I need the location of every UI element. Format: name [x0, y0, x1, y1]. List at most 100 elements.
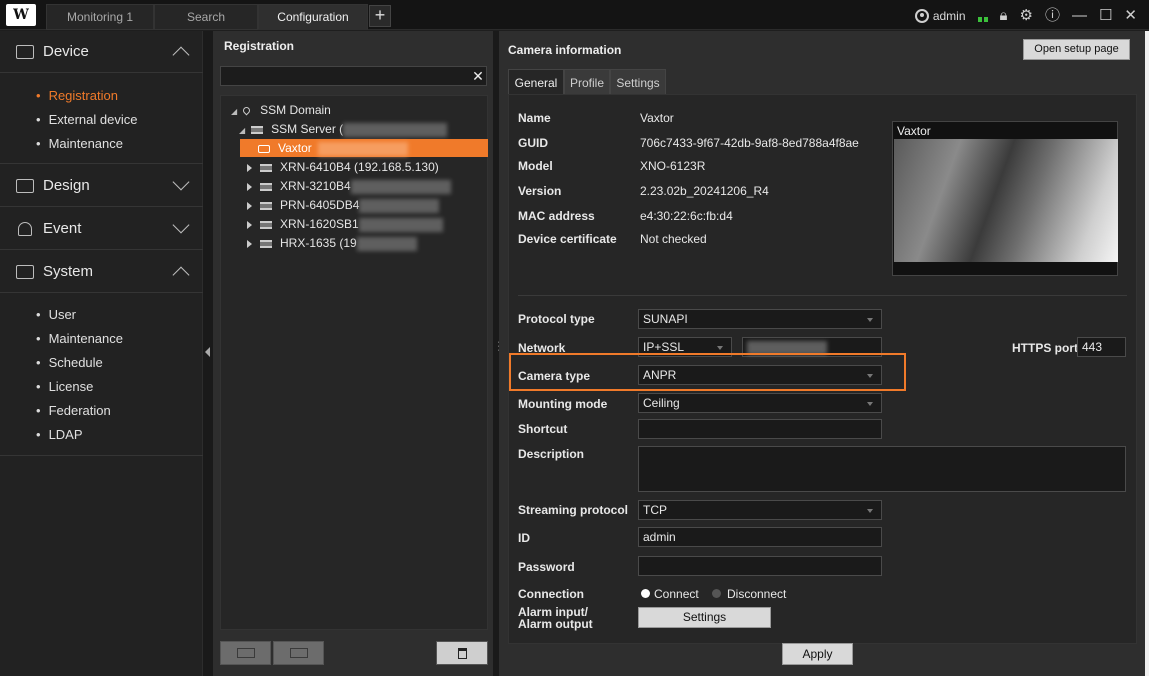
password-label: Password [518, 560, 575, 574]
nav-item-schedule[interactable]: Schedule [36, 355, 103, 370]
location-pin-icon [241, 105, 252, 116]
window-edge [1145, 31, 1149, 676]
server-icon [251, 125, 264, 134]
nav-device[interactable]: Device [0, 31, 203, 73]
tab-search[interactable]: Search [154, 4, 258, 30]
register-device-icon [289, 648, 308, 659]
redacted-address [356, 236, 417, 251]
chevron-down-icon [172, 173, 190, 191]
expand-arrow-icon[interactable] [247, 239, 252, 248]
tab-profile[interactable]: Profile [564, 69, 610, 95]
tab-monitoring[interactable]: Monitoring 1 [46, 4, 154, 30]
info-icon[interactable]: ⓘ [1045, 8, 1060, 24]
camera-information-panel: Camera information Open setup page Gener… [499, 31, 1145, 676]
camera-preview: Vaxtor [892, 121, 1118, 276]
design-icon [16, 178, 34, 193]
nav-item-external-device[interactable]: External device [36, 112, 138, 127]
version-label: Version [518, 184, 562, 198]
camera-preview-image [894, 139, 1118, 262]
nav-item-ldap[interactable]: LDAP [36, 427, 83, 442]
collapse-menu-handle[interactable] [203, 31, 213, 676]
description-label: Description [518, 447, 585, 461]
gear-icon[interactable]: ⚙ [1020, 8, 1033, 24]
expand-arrow-icon[interactable] [247, 182, 252, 191]
nav-item-license[interactable]: License [36, 379, 94, 394]
close-icon[interactable]: ✕ [1124, 8, 1137, 24]
add-tab-button[interactable]: + [369, 5, 391, 27]
nav-item-federation[interactable]: Federation [36, 403, 111, 418]
tab-configuration[interactable]: Configuration [258, 4, 368, 30]
https-port-field[interactable]: 443 [1077, 337, 1126, 357]
bell-icon [18, 221, 32, 236]
tab-general[interactable]: General [508, 69, 564, 95]
apply-button[interactable]: Apply [782, 643, 853, 665]
add-device-button[interactable] [220, 641, 271, 665]
nav-design[interactable]: Design [0, 165, 203, 207]
certificate-label: Device certificate [518, 232, 617, 246]
nav-item-device-maintenance[interactable]: Maintenance [36, 136, 123, 151]
device-search-input[interactable] [220, 66, 487, 86]
tree-item-domain[interactable]: ◢ SSM Domain [231, 101, 331, 119]
delete-button[interactable] [436, 641, 488, 665]
device-icon [16, 44, 34, 59]
tree-item-device[interactable]: XRN-6410B4 (192.168.5.130) [247, 158, 439, 176]
password-field[interactable] [638, 556, 882, 576]
clear-search-icon[interactable]: ✕ [469, 67, 487, 85]
nav-item-registration[interactable]: Registration [36, 88, 118, 103]
redacted-address [359, 198, 440, 213]
camera-type-label: Camera type [518, 369, 591, 383]
mac-value: e4:30:22:6c:fb:d4 [640, 209, 733, 223]
nav-item-system-maintenance[interactable]: Maintenance [36, 331, 123, 346]
alarm-settings-button[interactable]: Settings [638, 607, 771, 628]
mounting-mode-select[interactable]: Ceiling [638, 393, 882, 413]
tree-item-vaxtor[interactable]: Vaxtor [240, 139, 488, 157]
protocol-type-select[interactable]: SUNAPI [638, 309, 882, 329]
tab-settings[interactable]: Settings [610, 69, 666, 95]
nav-event[interactable]: Event [0, 208, 203, 250]
maximize-icon[interactable]: ☐ [1099, 8, 1112, 24]
expand-arrow-icon[interactable] [247, 201, 252, 210]
description-field[interactable] [638, 446, 1126, 492]
tree-item-device[interactable]: PRN-6405DB4 [247, 196, 440, 214]
nav-item-user[interactable]: User [36, 307, 76, 322]
trash-icon [457, 647, 467, 659]
redacted-address [350, 179, 451, 194]
tree-item-device[interactable]: XRN-3210B4 [247, 177, 451, 195]
nvr-icon [260, 182, 272, 191]
guid-value: 706c7433-9f67-42db-9af8-8ed788a4f8ae [640, 136, 859, 150]
tree-item-server[interactable]: ◢ SSM Server ( [239, 120, 448, 138]
redacted-address [317, 141, 408, 156]
chevron-up-icon [172, 46, 190, 64]
nav-design-label: Design [43, 177, 90, 194]
disconnect-radio[interactable] [712, 589, 721, 598]
expand-arrow-icon[interactable] [247, 163, 252, 172]
nvr-icon [260, 201, 272, 210]
mounting-mode-label: Mounting mode [518, 397, 608, 411]
shortcut-field[interactable] [638, 419, 882, 439]
tree-item-device[interactable]: XRN-1620SB1 [247, 215, 443, 233]
name-value: Vaxtor [640, 111, 674, 125]
registration-title: Registration [224, 39, 295, 53]
top-bar: W Monitoring 1 Search Configuration + ad… [0, 0, 1149, 30]
nvr-icon [260, 163, 272, 172]
open-setup-page-button[interactable]: Open setup page [1023, 39, 1130, 60]
connect-radio[interactable] [641, 589, 650, 598]
user-icon[interactable] [914, 9, 929, 23]
status-signal-icon [977, 10, 988, 22]
general-form: Name Vaxtor GUID 706c7433-9f67-42db-9af8… [508, 94, 1137, 644]
chevron-up-icon [172, 266, 190, 284]
minimize-icon[interactable]: — [1072, 8, 1087, 24]
streaming-protocol-select[interactable]: TCP [638, 500, 882, 520]
user-name[interactable]: admin [933, 9, 966, 23]
camera-type-select[interactable]: ANPR [638, 365, 882, 385]
https-port-label: HTTPS port [1012, 341, 1078, 355]
lock-icon[interactable]: 🔒︎ [1000, 8, 1008, 24]
nvr-icon [260, 220, 272, 229]
nav-system[interactable]: System [0, 251, 203, 293]
nav-system-label: System [43, 263, 94, 280]
register-device-button[interactable] [273, 641, 324, 665]
app-logo: W [6, 4, 36, 26]
expand-arrow-icon[interactable] [247, 220, 252, 229]
id-field[interactable]: admin [638, 527, 882, 547]
tree-item-device[interactable]: HRX-1635 (19 [247, 234, 417, 252]
